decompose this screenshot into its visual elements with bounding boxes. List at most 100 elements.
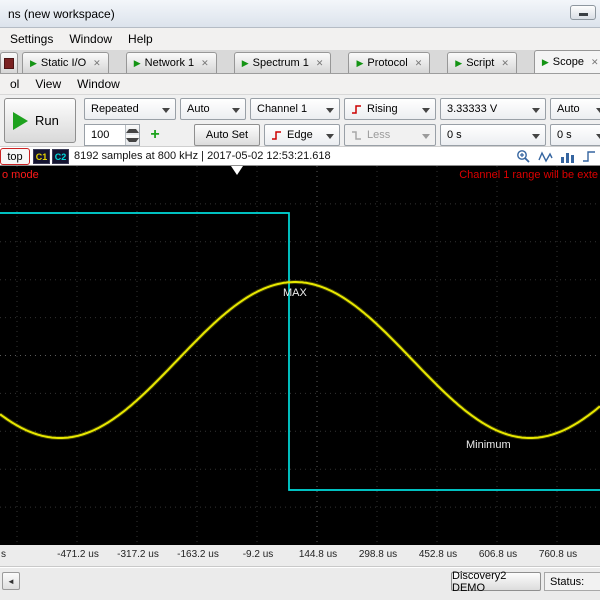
- scroll-left-button[interactable]: ◄: [2, 572, 20, 590]
- chevron-down-icon: [232, 108, 240, 117]
- close-icon[interactable]: ✕: [201, 58, 209, 69]
- time-axis: s -471.2 us -317.2 us -163.2 us -9.2 us …: [0, 545, 600, 567]
- menu-item-settings[interactable]: Settings: [2, 30, 61, 48]
- chevron-down-icon: [596, 134, 600, 143]
- minimize-button[interactable]: [570, 5, 596, 20]
- less-value: Less: [367, 129, 391, 141]
- buffer-select[interactable]: Auto: [180, 98, 246, 120]
- mode-select[interactable]: Repeated: [84, 98, 176, 120]
- close-icon[interactable]: ✕: [501, 58, 509, 69]
- chevron-down-icon: [532, 134, 540, 143]
- trigger-condition-select[interactable]: Rising: [344, 98, 436, 120]
- play-icon: ▶: [541, 56, 549, 67]
- run-play-icon: [13, 111, 28, 130]
- holdoff-value: 0 s: [447, 129, 462, 141]
- position-select[interactable]: 0 s: [550, 124, 600, 146]
- measure-icon[interactable]: [582, 149, 597, 164]
- run-label: Run: [35, 113, 59, 128]
- run-button[interactable]: Run: [4, 98, 76, 143]
- trigger-source-select[interactable]: Channel 1: [250, 98, 340, 120]
- zoom-icon[interactable]: [516, 149, 531, 164]
- device-label: Discovery2 DEMO: [452, 569, 507, 594]
- range-warning-text: Channel 1 range will be exte: [459, 169, 598, 181]
- play-icon: ▶: [30, 57, 37, 68]
- chevron-down-icon: [532, 108, 540, 117]
- tab-label: Script: [466, 57, 495, 69]
- trigger-position-marker[interactable]: [231, 166, 243, 175]
- trigger-auto-select[interactable]: Auto: [550, 98, 600, 120]
- edge-icon: [272, 130, 281, 140]
- bottom-status-bar: ◄ Discovery2 DEMO Status:: [0, 567, 600, 600]
- scope-plot[interactable]: o mode Channel 1 range will be exte MAX …: [0, 166, 600, 545]
- menu-item-window-2[interactable]: Window: [69, 75, 128, 93]
- close-icon[interactable]: ✕: [415, 58, 423, 69]
- minimize-icon: [579, 13, 588, 16]
- condition-value: Rising: [367, 103, 398, 115]
- tab-label: Scope: [552, 56, 584, 68]
- holdoff-select[interactable]: 0 s: [440, 124, 546, 146]
- main-menu-bar: Settings Window Help: [0, 28, 600, 50]
- buffer-value: Auto: [187, 103, 210, 115]
- window-title: ns (new workspace): [8, 6, 115, 21]
- scope-menu-bar: ol View Window: [0, 74, 600, 95]
- stop-label: top: [7, 150, 23, 163]
- play-icon: ▶: [356, 57, 364, 68]
- scope-canvas[interactable]: [0, 166, 600, 545]
- play-icon: ▶: [241, 57, 249, 68]
- count-spinner[interactable]: 100: [84, 124, 140, 146]
- close-icon[interactable]: ✕: [93, 58, 101, 69]
- max-label: MAX: [283, 287, 307, 299]
- channel2-badge[interactable]: C2: [52, 149, 69, 164]
- spin-up-button[interactable]: [126, 125, 139, 135]
- position-value: 0 s: [557, 129, 572, 141]
- chevron-down-icon: [422, 108, 430, 117]
- add-button[interactable]: +: [146, 125, 164, 145]
- axis-tick-partial: s: [1, 549, 6, 560]
- acquisition-info: 8192 samples at 800 kHz | 2017-05-02 12:…: [74, 150, 331, 162]
- autoset-button[interactable]: Auto Set: [194, 124, 260, 146]
- chevron-down-icon: [422, 134, 430, 143]
- level-value: 3.33333 V: [447, 103, 498, 115]
- waveform-view-icon[interactable]: [538, 149, 553, 164]
- axis-tick: 760.8 us: [538, 549, 578, 560]
- tab-spectrum[interactable]: ▶ Spectrum 1 ✕: [233, 52, 332, 73]
- rising-edge-icon: [352, 104, 361, 114]
- chevron-down-icon: [162, 108, 170, 117]
- tab-label: Network 1: [144, 57, 195, 69]
- instrument-tab-bar: ▶ Static I/O ✕ ▶ Network 1 ✕ ▶ Spectrum …: [0, 50, 600, 74]
- acquisition-status-row: top C1 C2 8192 samples at 800 kHz | 2017…: [0, 147, 600, 166]
- chevron-up-icon: [126, 125, 139, 133]
- trigger-type-select[interactable]: Edge: [264, 124, 340, 146]
- trigger-level-select[interactable]: 3.33333 V: [440, 98, 546, 120]
- tab-static-io[interactable]: ▶ Static I/O ✕: [22, 52, 109, 73]
- demo-mode-text: o mode: [2, 169, 39, 181]
- channel1-badge[interactable]: C1: [33, 149, 50, 164]
- chevron-down-icon: [126, 137, 139, 145]
- instrument-icon: [4, 57, 14, 69]
- device-button[interactable]: Discovery2 DEMO: [451, 569, 541, 594]
- trigger-less-select[interactable]: Less: [344, 124, 436, 146]
- tab-script[interactable]: ▶ Script ✕: [447, 52, 517, 73]
- tab-label: Spectrum 1: [252, 57, 309, 69]
- status-panel: Status:: [544, 572, 600, 591]
- stop-button[interactable]: top: [0, 148, 30, 165]
- window-titlebar: ns (new workspace): [0, 0, 600, 28]
- tab-instrument-partial[interactable]: [0, 52, 18, 73]
- menu-item-view[interactable]: View: [27, 75, 69, 93]
- menu-item-control-partial[interactable]: ol: [2, 75, 27, 93]
- close-icon[interactable]: ✕: [591, 57, 599, 68]
- close-icon[interactable]: ✕: [316, 58, 324, 69]
- autoset-label: Auto Set: [205, 129, 249, 141]
- menu-item-window[interactable]: Window: [61, 30, 120, 48]
- chevron-down-icon: [326, 108, 334, 117]
- menu-item-help[interactable]: Help: [120, 30, 161, 48]
- play-icon: ▶: [133, 57, 141, 68]
- status-label: Status:: [550, 575, 585, 588]
- less-icon: [352, 130, 361, 140]
- tab-protocol[interactable]: ▶ Protocol ✕: [348, 52, 431, 73]
- spin-down-button[interactable]: [126, 135, 139, 145]
- tab-network[interactable]: ▶ Network 1 ✕: [125, 52, 217, 73]
- tab-label: Protocol: [367, 57, 408, 69]
- histogram-icon[interactable]: [560, 149, 575, 164]
- tab-scope[interactable]: ▶ Scope ✕: [533, 50, 600, 73]
